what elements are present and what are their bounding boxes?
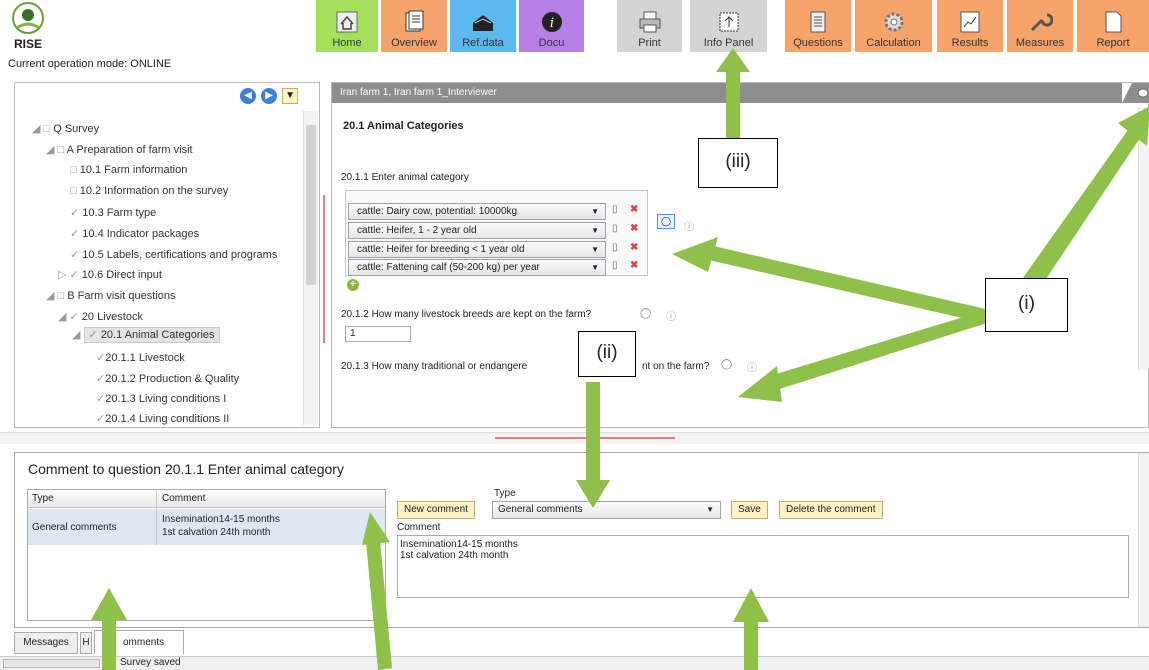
annotation-iii: (iii): [698, 138, 778, 188]
annotation-i: (i): [985, 278, 1068, 332]
annotation-ii: (ii): [578, 331, 636, 377]
annotation-arrows: [91, 48, 1149, 670]
